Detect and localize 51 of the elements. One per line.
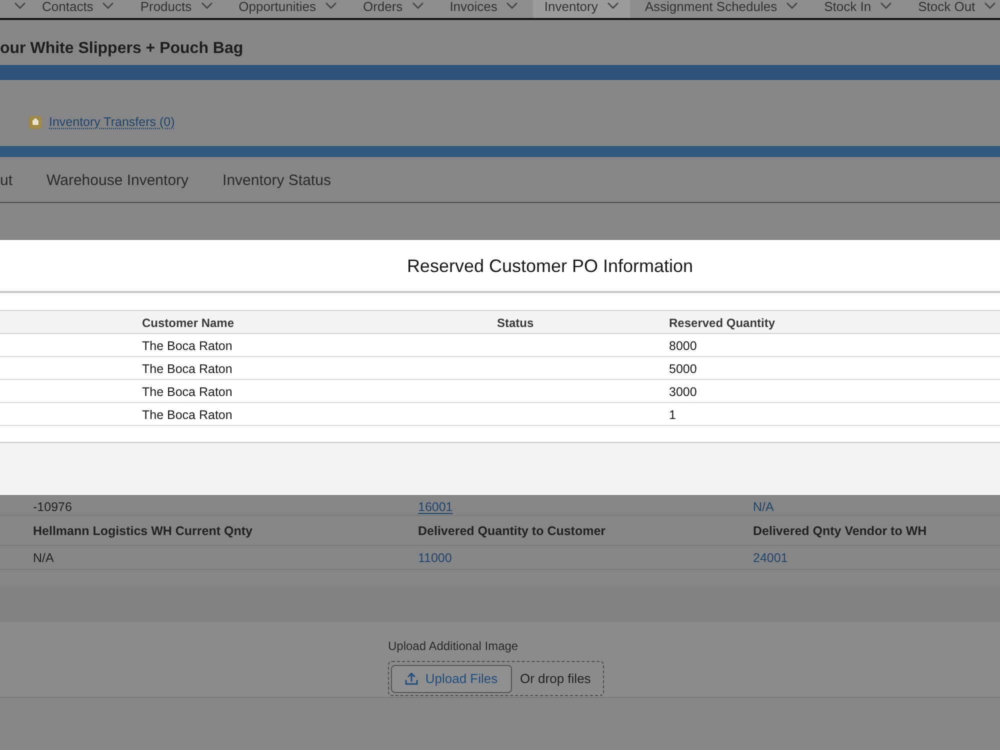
table-cell: The Boca Raton	[142, 408, 232, 422]
field-value: -10976	[33, 500, 72, 514]
chevron-down-icon	[324, 2, 337, 9]
nav-tab[interactable]: Invoices	[438, 0, 530, 18]
tab[interactable]: ut	[0, 171, 13, 202]
chevron-down-icon	[880, 2, 892, 9]
chevron-down-icon	[506, 2, 518, 9]
field-link[interactable]: 11000	[418, 551, 452, 565]
chevron-down-icon	[786, 2, 798, 9]
table-cell: The Boca Raton	[142, 339, 232, 353]
chevron-down-icon	[412, 2, 424, 9]
tab[interactable]: Warehouse Inventory	[46, 171, 189, 202]
upload-icon	[405, 672, 418, 685]
table-cell: 5000	[669, 362, 697, 376]
drop-files-text: Or drop files	[520, 670, 591, 688]
chevron-down-icon	[200, 2, 213, 9]
column-header: Reserved Quantity	[669, 316, 776, 330]
nav-tab[interactable]: Stock In	[813, 0, 904, 18]
chevron-down-icon	[984, 2, 996, 9]
upload-label: Upload Additional Image	[388, 639, 518, 653]
nav-tab[interactable]: Products	[129, 0, 224, 18]
table-cell: The Boca Raton	[142, 385, 232, 399]
field-label: Delivered Qnty Vendor to WH	[753, 524, 927, 538]
file-drop-zone[interactable]: Upload Files Or drop files	[388, 661, 604, 696]
table-cell: 1	[669, 408, 676, 422]
record-title: our White Slippers + Pouch Bag	[0, 39, 244, 59]
nav-tab[interactable]: Opportunities	[228, 0, 348, 18]
nav-tab[interactable]: Orders	[352, 0, 435, 18]
column-header: Customer Name	[142, 316, 234, 330]
table-cell: 8000	[669, 339, 697, 353]
table-cell: 3000	[669, 385, 697, 399]
field-label: Hellmann Logistics WH Current Qnty	[33, 524, 252, 538]
tab[interactable]: Inventory Status	[222, 171, 331, 202]
field-link[interactable]: N/A	[753, 500, 774, 514]
modal-title: Reserved Customer PO Information	[406, 254, 694, 276]
upload-files-button[interactable]: Upload Files	[391, 664, 512, 692]
chevron-down-icon	[606, 2, 619, 9]
nav-tab[interactable]: Inventory	[533, 0, 630, 18]
related-list-link[interactable]: Inventory Transfers (0)	[49, 114, 175, 130]
nav-tab[interactable]: Assignment Schedules	[634, 0, 810, 18]
field-link[interactable]: 16001	[418, 500, 453, 514]
nav-tab[interactable]: Contacts	[31, 0, 126, 18]
nav-tab[interactable]: Stock Out	[907, 0, 1000, 18]
field-value: N/A	[33, 551, 54, 565]
chevron-down-icon	[102, 2, 114, 9]
field-label: Delivered Quantity to Customer	[418, 524, 606, 538]
chevron-down-icon	[14, 2, 26, 9]
box-icon	[29, 116, 42, 129]
field-link[interactable]: 24001	[753, 551, 788, 565]
table-cell: The Boca Raton	[142, 362, 232, 376]
column-header: Status	[497, 316, 534, 330]
